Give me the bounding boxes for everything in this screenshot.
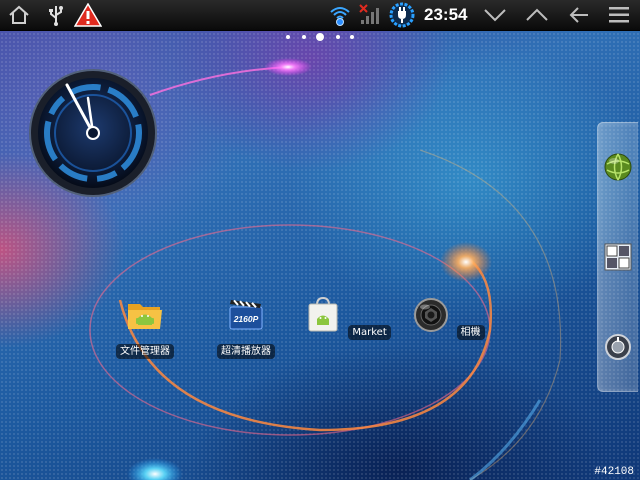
app-market[interactable]: Market [302, 295, 392, 340]
all-apps-grid-icon[interactable] [602, 241, 634, 273]
market-bag-icon [308, 296, 338, 332]
page-dot[interactable] [336, 35, 340, 39]
wifi-icon [328, 0, 352, 30]
page-dot[interactable] [350, 35, 354, 39]
menu-icon[interactable] [604, 0, 634, 30]
icon-text: 2160P [233, 314, 259, 324]
page-dot[interactable] [302, 35, 306, 39]
app-file-manager[interactable]: 文件管理器 [100, 295, 190, 359]
app-camera[interactable]: 相機 [403, 295, 493, 340]
right-dock [597, 122, 638, 392]
signal-icon [358, 0, 384, 30]
status-time: 23:54 [424, 5, 468, 24]
home-icon[interactable] [4, 0, 34, 30]
video-player-2160p-icon: 2160P [229, 299, 263, 330]
app-label: Market [348, 325, 391, 340]
settings-knob-icon[interactable] [602, 331, 634, 363]
warning-icon [72, 0, 104, 30]
camera-icon [414, 298, 449, 332]
usb-icon [42, 0, 70, 30]
chevron-down-icon[interactable] [480, 0, 510, 30]
chevron-up-icon[interactable] [522, 0, 552, 30]
app-label: 超清播放器 [217, 344, 275, 359]
folder-android-icon [128, 304, 162, 329]
app-label: 文件管理器 [116, 344, 174, 359]
browser-globe-icon[interactable] [602, 151, 634, 183]
page-dot-current[interactable] [316, 33, 324, 41]
analog-clock-widget[interactable] [28, 68, 158, 198]
battery-charging-icon [388, 0, 416, 30]
status-bar: 23:54 [0, 0, 640, 31]
app-video-player[interactable]: 2160P 超清播放器 [201, 295, 291, 359]
back-arrow-icon[interactable] [564, 0, 594, 30]
watermark: #42108 [594, 466, 634, 478]
app-label: 相機 [456, 325, 485, 340]
page-dot[interactable] [286, 35, 290, 39]
